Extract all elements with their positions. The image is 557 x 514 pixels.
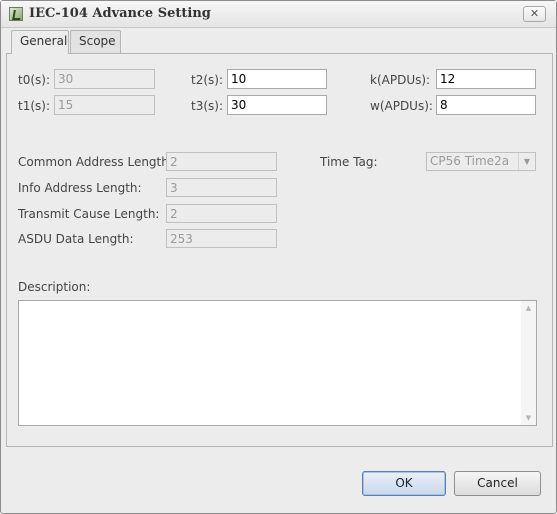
t0-label: t0(s): — [18, 73, 50, 87]
description-scrollbar[interactable]: ▲ ▼ — [521, 301, 536, 425]
info-address-length-field: 3 — [166, 178, 277, 197]
k-field[interactable]: 12 — [436, 69, 536, 89]
info-address-length-label: Info Address Length: — [18, 181, 142, 195]
w-label: w(APDUs): — [370, 99, 433, 113]
w-field[interactable]: 8 — [436, 95, 536, 115]
t0-field: 30 — [54, 69, 155, 89]
time-tag-value: CP56 Time2a — [430, 154, 510, 168]
t1-field: 15 — [54, 95, 155, 115]
time-tag-label: Time Tag: — [320, 155, 378, 169]
app-icon — [9, 7, 23, 21]
common-address-length-field: 2 — [166, 152, 277, 171]
ok-button[interactable]: OK — [362, 471, 446, 496]
time-tag-select: CP56 Time2a ▼ — [426, 152, 536, 171]
transmit-cause-length-field: 2 — [166, 204, 277, 223]
general-panel: t0(s): 30 t1(s): 15 t2(s): 10 t3(s): 30 … — [6, 53, 553, 447]
advance-setting-dialog: IEC-104 Advance Setting ✕ General Scope … — [0, 0, 557, 514]
title-bar: IEC-104 Advance Setting ✕ — [1, 1, 556, 28]
cancel-button[interactable]: Cancel — [454, 471, 541, 496]
k-label: k(APDUs): — [370, 73, 431, 87]
scroll-down-icon[interactable]: ▼ — [521, 411, 536, 425]
tab-scope[interactable]: Scope — [70, 30, 121, 53]
transmit-cause-length-label: Transmit Cause Length: — [18, 207, 160, 221]
dialog-title: IEC-104 Advance Setting — [29, 6, 211, 21]
common-address-length-label: Common Address Length: — [18, 155, 173, 169]
tab-general[interactable]: General — [11, 30, 69, 54]
close-icon: ✕ — [529, 7, 540, 20]
description-label: Description: — [18, 280, 91, 294]
description-textarea[interactable]: ▲ ▼ — [18, 300, 537, 426]
t2-field[interactable]: 10 — [227, 69, 327, 89]
t2-label: t2(s): — [191, 73, 223, 87]
chevron-down-icon: ▼ — [518, 153, 535, 170]
t3-field[interactable]: 30 — [227, 95, 327, 115]
t3-label: t3(s): — [191, 99, 223, 113]
asdu-data-length-label: ASDU Data Length: — [18, 232, 134, 246]
asdu-data-length-field: 253 — [166, 229, 277, 248]
scroll-up-icon[interactable]: ▲ — [521, 301, 536, 315]
t1-label: t1(s): — [18, 99, 50, 113]
close-button[interactable]: ✕ — [523, 6, 546, 22]
